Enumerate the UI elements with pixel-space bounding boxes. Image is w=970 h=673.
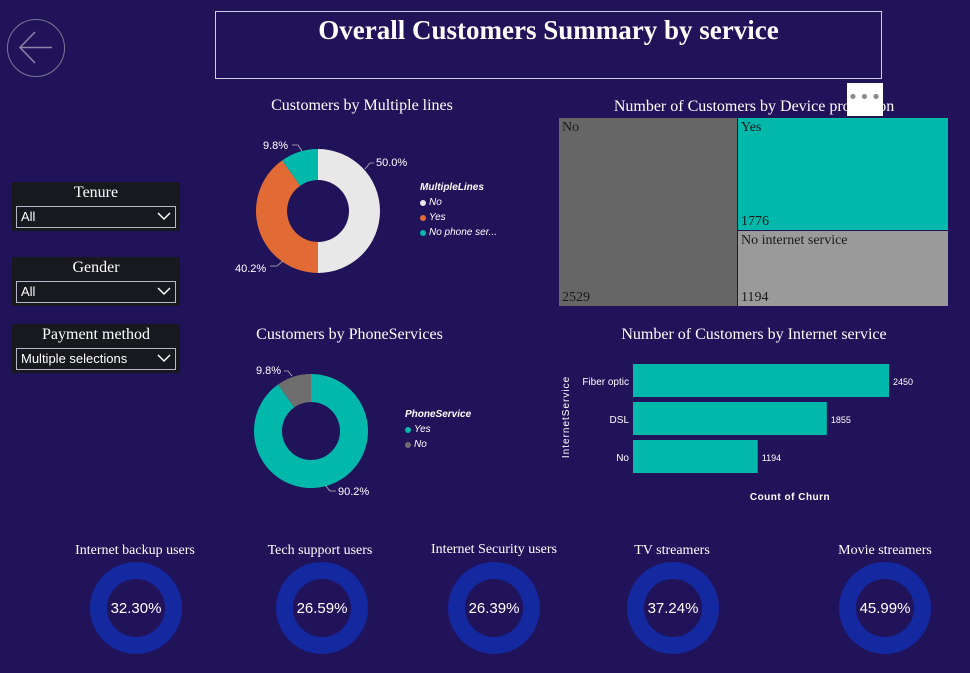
legend-title: MultipleLines: [420, 182, 484, 193]
kpi-label: TV streamers: [634, 543, 710, 558]
multiple-lines-legend: MultipleLines No Yes No phone ser...: [420, 182, 497, 242]
kpi-label: Movie streamers: [838, 543, 932, 558]
cell-value: 1776: [741, 214, 769, 229]
kpi-value: 37.24%: [647, 600, 699, 617]
legend-item[interactable]: No: [405, 439, 471, 450]
category-label: Fiber optic: [582, 377, 629, 388]
legend-item[interactable]: Yes: [420, 212, 497, 223]
cell-label: No: [562, 120, 580, 135]
device-protection-title: Number of Customers by Device protection: [613, 98, 895, 115]
legend-label: No: [429, 197, 442, 208]
multiple-lines-title: Customers by Multiple lines: [271, 97, 453, 114]
slicer-title: Payment method: [12, 324, 180, 346]
bar-fiber-optic[interactable]: [633, 364, 889, 397]
legend-label: No: [414, 439, 427, 450]
bar-no[interactable]: [633, 440, 758, 473]
category-label: DSL: [610, 415, 630, 426]
dropdown-value: Multiple selections: [21, 351, 128, 366]
kpi-label: Tech support users: [267, 543, 373, 558]
legend-label: Yes: [429, 212, 446, 223]
cell-value: 2529: [562, 290, 590, 305]
chevron-down-icon: [157, 354, 171, 363]
treemap-cell-no[interactable]: No 2529: [559, 118, 737, 306]
cell-value: 1194: [741, 290, 769, 305]
legend-title: PhoneService: [405, 409, 472, 420]
legend-item[interactable]: Yes: [405, 424, 471, 435]
slice-label-no-phone: 9.8%: [263, 140, 288, 152]
internet-service-bar-chart[interactable]: InternetService Count of Churn Fiber opt…: [555, 355, 945, 510]
slicer-payment-method: Payment method Multiple selections: [12, 324, 180, 373]
kpi-ring-tech-support: 26.59%: [276, 562, 368, 654]
donut-slice-no[interactable]: [318, 149, 380, 273]
legend-item[interactable]: No: [420, 197, 497, 208]
phone-services-legend: PhoneService Yes No: [405, 409, 471, 454]
cell-label: No internet service: [741, 233, 848, 248]
kpi-value: 45.99%: [859, 600, 911, 617]
x-axis-label: Count of Churn: [750, 492, 830, 503]
kpi-label: Internet backup users: [75, 543, 195, 558]
slice-label-no: 9.8%: [256, 365, 281, 377]
kpi-value: 32.30%: [110, 600, 162, 617]
treemap-cell-yes[interactable]: Yes 1776: [738, 118, 948, 230]
tenure-dropdown[interactable]: All: [16, 206, 176, 228]
slice-label-no: 50.0%: [376, 157, 407, 169]
data-label: 2450: [893, 377, 913, 387]
legend-label: No phone ser...: [429, 227, 498, 238]
chevron-down-icon: [157, 287, 171, 296]
gender-dropdown[interactable]: All: [16, 281, 176, 303]
arrow-left-icon: [18, 31, 52, 64]
phone-services-donut[interactable]: 9.8% 90.2%: [230, 358, 410, 503]
payment-method-dropdown[interactable]: Multiple selections: [16, 348, 176, 370]
bar-dsl[interactable]: [633, 402, 827, 435]
dropdown-value: All: [21, 209, 36, 224]
kpi-ring-backup: 32.30%: [90, 562, 182, 654]
device-protection-treemap[interactable]: No 2529 Yes 1776 No internet service 119…: [559, 118, 948, 306]
legend-label: Yes: [414, 424, 431, 435]
kpi-ring-tv: 37.24%: [627, 562, 719, 654]
back-button[interactable]: [7, 19, 65, 77]
phone-services-title: Customers by PhoneServices: [256, 326, 443, 343]
dropdown-value: All: [21, 284, 36, 299]
kpi-label: Internet Security users: [431, 542, 557, 557]
kpi-value: 26.59%: [296, 600, 348, 617]
internet-service-title: Number of Customers by Internet service: [621, 326, 887, 343]
cell-label: Yes: [741, 120, 762, 135]
slicer-tenure: Tenure All: [12, 182, 180, 231]
chevron-down-icon: [157, 212, 171, 221]
slicer-gender: Gender All: [12, 257, 180, 306]
data-label: 1855: [831, 415, 851, 425]
slicer-title: Tenure: [12, 182, 180, 204]
slicer-title: Gender: [12, 257, 180, 279]
treemap-cell-no-internet[interactable]: No internet service 1194: [738, 231, 948, 306]
kpi-ring-movie: 45.99%: [839, 562, 931, 654]
kpi-value: 26.39%: [468, 600, 520, 617]
legend-item[interactable]: No phone ser...: [420, 227, 497, 238]
data-label: 1194: [762, 453, 781, 463]
slice-label-yes: 40.2%: [235, 263, 266, 275]
page-title: Overall Customers Summary by service: [215, 11, 882, 79]
multiple-lines-donut[interactable]: 50.0% 40.2% 9.8%: [230, 130, 420, 290]
slice-label-yes: 90.2%: [338, 486, 369, 498]
kpi-ring-security: 26.39%: [448, 562, 540, 654]
category-label: No: [616, 453, 629, 464]
y-axis-label: InternetService: [561, 376, 572, 458]
